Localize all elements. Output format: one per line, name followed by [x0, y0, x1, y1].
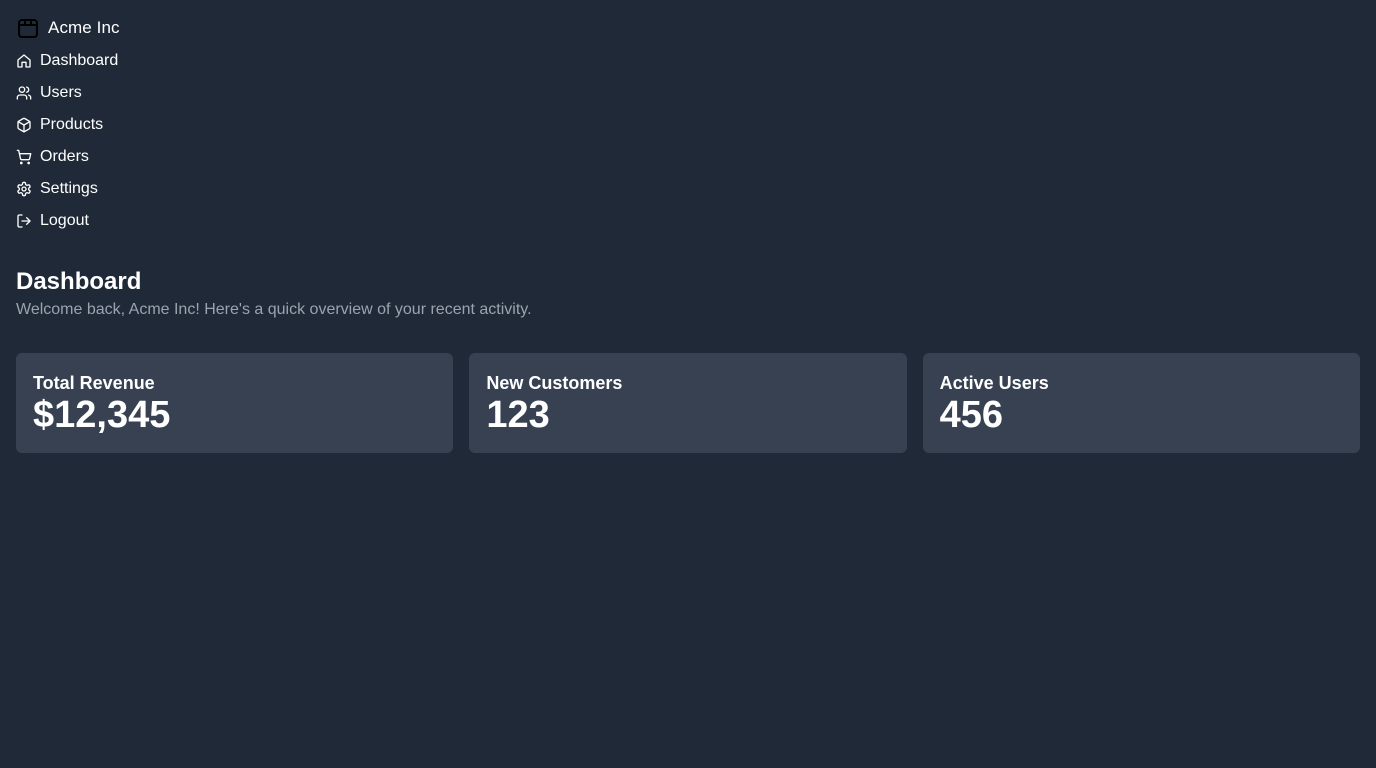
nav-item-orders[interactable]: Orders [16, 141, 1360, 173]
stat-card-new-customers: New Customers 123 [469, 353, 907, 453]
users-icon [16, 85, 32, 101]
package-box-icon [16, 16, 40, 40]
gear-icon [16, 181, 32, 197]
nav-item-users[interactable]: Users [16, 77, 1360, 109]
page-subtitle: Welcome back, Acme Inc! Here's a quick o… [16, 301, 532, 318]
nav-item-dashboard[interactable]: Dashboard [16, 45, 1360, 77]
stat-card-value: 123 [486, 394, 550, 436]
stat-card-title: Total Revenue [33, 373, 155, 393]
nav-item-label: Orders [40, 148, 89, 165]
stat-card-total-revenue: Total Revenue $12,345 [16, 353, 454, 453]
stats-cards: Total Revenue $12,345 New Customers 123 … [16, 353, 1360, 453]
stat-card-value: $12,345 [33, 394, 171, 436]
sidebar-nav: Acme Inc Dashboard Users Products Orders… [16, 0, 1360, 237]
stat-card-value: 456 [939, 394, 1004, 436]
cube-icon [16, 117, 32, 133]
stat-card-title: Active Users [939, 373, 1049, 393]
nav-item-label: Dashboard [40, 52, 119, 69]
home-icon [16, 53, 32, 69]
nav-item-label: Settings [40, 180, 98, 197]
page-title: Dashboard [16, 268, 142, 295]
app-root: Acme Inc Dashboard Users Products Orders… [0, 0, 1376, 768]
nav-item-label: Users [40, 84, 82, 101]
page-header: Dashboard Welcome back, Acme Inc! Here's… [16, 267, 1360, 321]
stat-card-active-users: Active Users 456 [922, 353, 1360, 453]
brand-name: Acme Inc [48, 18, 120, 37]
nav-item-label: Logout [40, 212, 89, 229]
stat-card-title: New Customers [486, 373, 623, 393]
nav-item-products[interactable]: Products [16, 109, 1360, 141]
brand-link[interactable]: Acme Inc [16, 13, 1360, 43]
logout-icon [16, 213, 32, 229]
nav-item-label: Products [40, 116, 104, 133]
nav-item-logout[interactable]: Logout [16, 205, 1360, 237]
nav-item-settings[interactable]: Settings [16, 173, 1360, 205]
cart-icon [16, 149, 32, 165]
